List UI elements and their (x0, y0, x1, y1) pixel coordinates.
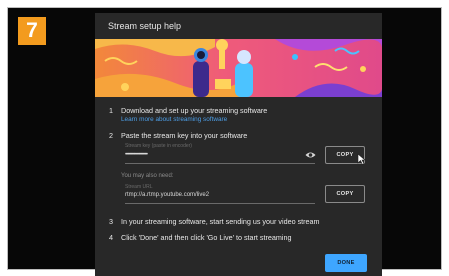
step-3: 3 In your streaming software, start sendi… (109, 217, 320, 226)
step-1-text: Download and set up your streaming softw… (121, 106, 268, 115)
step-number-badge: 7 (18, 17, 46, 45)
cursor-icon (357, 153, 366, 165)
step-3-number: 3 (109, 217, 113, 226)
stream-key-field[interactable]: •••••••••••••••••••• (125, 152, 148, 158)
may-also-need-label: You may also need: (121, 173, 174, 179)
learn-more-link[interactable]: Learn more about streaming software (121, 116, 227, 123)
step-3-text: In your streaming software, start sendin… (121, 217, 320, 226)
stream-key-underline (125, 163, 315, 164)
step-1: 1 Download and set up your streaming soft… (109, 106, 267, 115)
step-4-text: Click 'Done' and then click 'Go Live' to… (121, 233, 292, 242)
step-4: 4 Click 'Done' and then click 'Go Live' t… (109, 233, 291, 242)
stream-url-hint: Stream URL (125, 184, 153, 190)
stream-setup-dialog: Stream setup help 1 Download and set up … (95, 13, 382, 276)
dialog-title: Stream setup help (108, 21, 182, 31)
step-2-number: 2 (109, 131, 113, 140)
eye-icon[interactable] (305, 151, 316, 159)
illustration-banner (95, 39, 382, 97)
done-button[interactable]: DONE (325, 254, 367, 272)
stream-url-underline (125, 203, 315, 204)
step-1-number: 1 (109, 106, 113, 115)
step-2-text: Paste the stream key into your software (121, 131, 248, 140)
stream-key-hint: Stream key (paste in encoder) (125, 143, 192, 149)
screenshot-frame: 7 Stream setup help 1 Download and set u… (7, 7, 442, 276)
copy-stream-url-button[interactable]: COPY (325, 185, 365, 203)
banner-illustration (95, 39, 382, 97)
step-4-number: 4 (109, 233, 113, 242)
step-2: 2 Paste the stream key into your software (109, 131, 247, 140)
stream-url-field[interactable]: rtmp://a.rtmp.youtube.com/live2 (125, 192, 209, 198)
